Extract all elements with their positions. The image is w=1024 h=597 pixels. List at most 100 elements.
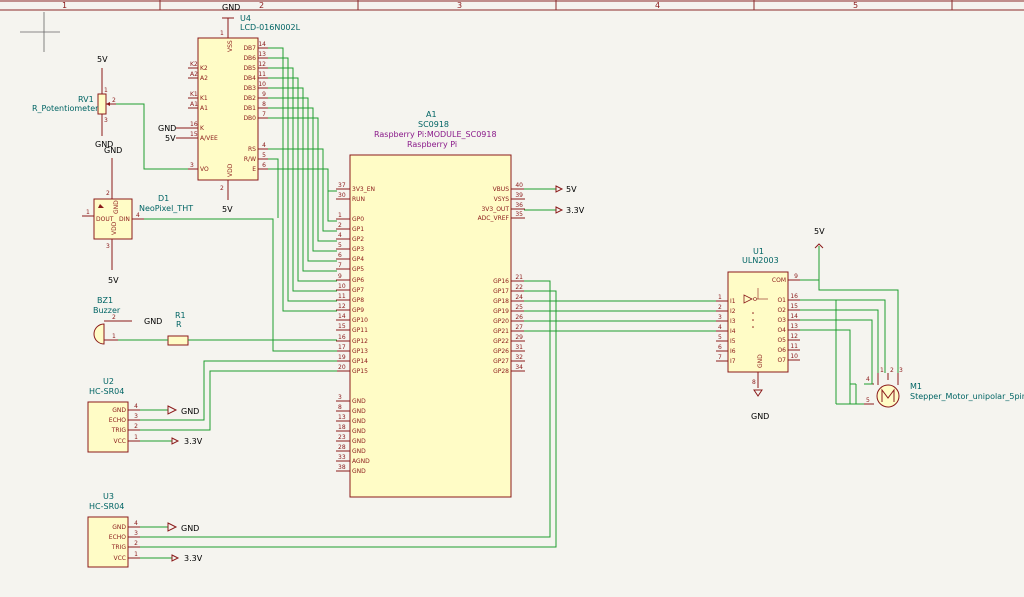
motor-ref: M1 <box>910 382 922 391</box>
pico-pin-label: GP19 <box>493 308 509 315</box>
lcd-pin-number: 1 <box>220 30 224 37</box>
uln-pin-label: O3 <box>777 317 786 324</box>
buzzer-component[interactable]: 2 1 BZ1 Buzzer <box>93 296 121 345</box>
resistor-component[interactable]: R1 R <box>167 311 189 346</box>
pico-pin-label: GP2 <box>352 236 364 243</box>
pico-pin-label: GND <box>352 448 366 455</box>
pico-pin-number: 6 <box>338 252 342 259</box>
neopixel-value: NeoPixel_THT <box>139 204 193 213</box>
power-label-5v: 5V <box>566 185 577 194</box>
pico-pin-number: 21 <box>515 274 523 281</box>
resistor-value: R <box>176 320 182 329</box>
lcd-pin-number: 6 <box>262 162 266 169</box>
uln-pin-label: I4 <box>730 328 736 335</box>
uln-pin-number: 4 <box>718 324 722 331</box>
pico-pin-number: 20 <box>338 364 346 371</box>
pico-pin-label: AGND <box>352 458 370 465</box>
pico-pin-label: GP18 <box>493 298 509 305</box>
pot-pin-number: 2 <box>112 97 116 104</box>
lcd-pin-number: 14 <box>258 41 266 48</box>
pico-pin-label: GP11 <box>352 327 368 334</box>
pico-pin-label: GP14 <box>352 358 368 365</box>
pico-pin-label: GP26 <box>493 348 509 355</box>
pico-pin-number: 16 <box>338 334 346 341</box>
neopixel-pin-number: 2 <box>106 190 110 197</box>
lcd-pin-number: 9 <box>262 91 266 98</box>
pico-pin-label: GND <box>352 418 366 425</box>
lcd-component[interactable]: U4 LCD-016N002L 1 VSS 2 VDD K2K2A2A2K1K1… <box>188 14 301 192</box>
pico-pin-label: GP15 <box>352 368 368 375</box>
potentiometer-component[interactable]: 1 2 3 RV1 R_Potentiometer <box>32 82 116 126</box>
power-label-5v: 5V <box>165 134 176 143</box>
pico-pin-number: 36 <box>515 202 523 209</box>
pico-pin-label: GP4 <box>352 256 364 263</box>
stepper-motor-component[interactable]: 4 5 1 2 3 M1 Stepper_Motor_unipolar_5pin <box>864 367 1024 408</box>
uln-pin-number: 10 <box>790 353 798 360</box>
pico-pin-label: GP22 <box>493 338 509 345</box>
lcd-pin-number: 3 <box>190 162 194 169</box>
lcd-pin-label: VDD <box>227 163 234 177</box>
sonar1-component[interactable]: U2 HC-SR04 4 GND 3 ECHO 2 TRIG 1 VCC <box>87 377 140 453</box>
lcd-pin-label: DB1 <box>243 105 256 112</box>
pico-component[interactable]: A1 SC0918 Raspberry Pi:MODULE_SC0918 Ras… <box>336 110 525 498</box>
sonar2-pin-label: TRIG <box>111 544 127 551</box>
sonar1-pin-label: ECHO <box>109 417 126 424</box>
lcd-pin-label: A/VEE <box>200 135 218 142</box>
lcd-pin-label: VO <box>200 166 209 173</box>
pico-pin-label: GP6 <box>352 277 364 284</box>
pico-pin-number: 31 <box>515 344 523 351</box>
power-label-5v: 5V <box>814 227 825 236</box>
pico-pin-number: 34 <box>515 364 523 371</box>
pico-pin-number: 32 <box>515 354 523 361</box>
uln2003-component[interactable]: U1 ULN2003 8 GND 1 I1 2 I2 3 I3 4 I4 5 I5 6 I6 7 I7 9… <box>716 247 800 388</box>
sonar1-pin-label: GND <box>112 407 126 414</box>
uln-pin-label: I3 <box>730 318 736 325</box>
neopixel-pin-label: DIN <box>119 216 130 223</box>
sonar2-pin-number: 2 <box>134 540 138 547</box>
power-label-gnd: GND <box>158 124 176 133</box>
frame-column-label: 3 <box>457 1 462 10</box>
pico-library-alt: Raspberry Pi <box>407 140 457 149</box>
neopixel-pin-number: 3 <box>106 243 110 250</box>
lcd-pin-number: 10 <box>258 81 266 88</box>
power-label-gnd: GND <box>751 412 769 421</box>
uln-pin-number: 8 <box>752 379 756 386</box>
sonar1-ref: U2 <box>103 377 114 386</box>
pico-pin-number: 39 <box>515 192 523 199</box>
sonar1-pin-number: 4 <box>134 403 138 410</box>
lcd-pin-number: 13 <box>258 51 266 58</box>
frame-column-label: 2 <box>259 1 264 10</box>
lcd-pin-number: K2 <box>190 61 198 68</box>
lcd-pin-label: DB4 <box>243 75 256 82</box>
pico-pin-number: 22 <box>515 284 523 291</box>
pico-pin-label: GP9 <box>352 307 364 314</box>
sonar2-component[interactable]: U3 HC-SR04 4 GND 3 ECHO 2 TRIG 1 VCC <box>87 492 140 568</box>
uln-pin-number: 5 <box>718 334 722 341</box>
pico-pin-label: GP27 <box>493 358 509 365</box>
pico-pin-number: 35 <box>515 211 523 218</box>
lcd-pin-label: DB0 <box>243 115 256 122</box>
buzzer-ref: BZ1 <box>97 296 113 305</box>
neopixel-pin-number: 1 <box>86 209 90 216</box>
sonar1-pin-label: TRIG <box>111 427 127 434</box>
power-label-gnd: GND <box>222 3 240 12</box>
sonar2-pin-label: VCC <box>114 555 126 562</box>
uln-pin-label: O4 <box>777 327 786 334</box>
lcd-pin-label: DB7 <box>243 45 256 52</box>
pico-pin-label: 3V3_OUT <box>481 206 509 213</box>
pico-pin-label: GP3 <box>352 246 364 253</box>
lcd-pin-number: 4 <box>262 142 266 149</box>
lcd-pin-label: DB3 <box>243 85 256 92</box>
pico-pin-label: GP1 <box>352 226 364 233</box>
pico-pin-label: GP5 <box>352 266 364 273</box>
lcd-value: LCD-016N002L <box>240 23 301 32</box>
pico-pin-number: 17 <box>338 344 346 351</box>
pico-pin-number: 28 <box>338 444 346 451</box>
pico-pin-number: 38 <box>338 464 346 471</box>
uln-pin-label: O7 <box>777 357 786 364</box>
pico-pin-label: ADC_VREF <box>478 215 510 222</box>
pico-library: Raspberry Pi:MODULE_SC0918 <box>374 130 497 139</box>
pico-pin-number: 37 <box>338 182 346 189</box>
power-label-3v3: 3.3V <box>184 437 203 446</box>
schematic-sheet[interactable]: 1 2 3 4 5 U4 LCD-016N002L 1 VSS 2 VDD K2… <box>0 0 1024 593</box>
